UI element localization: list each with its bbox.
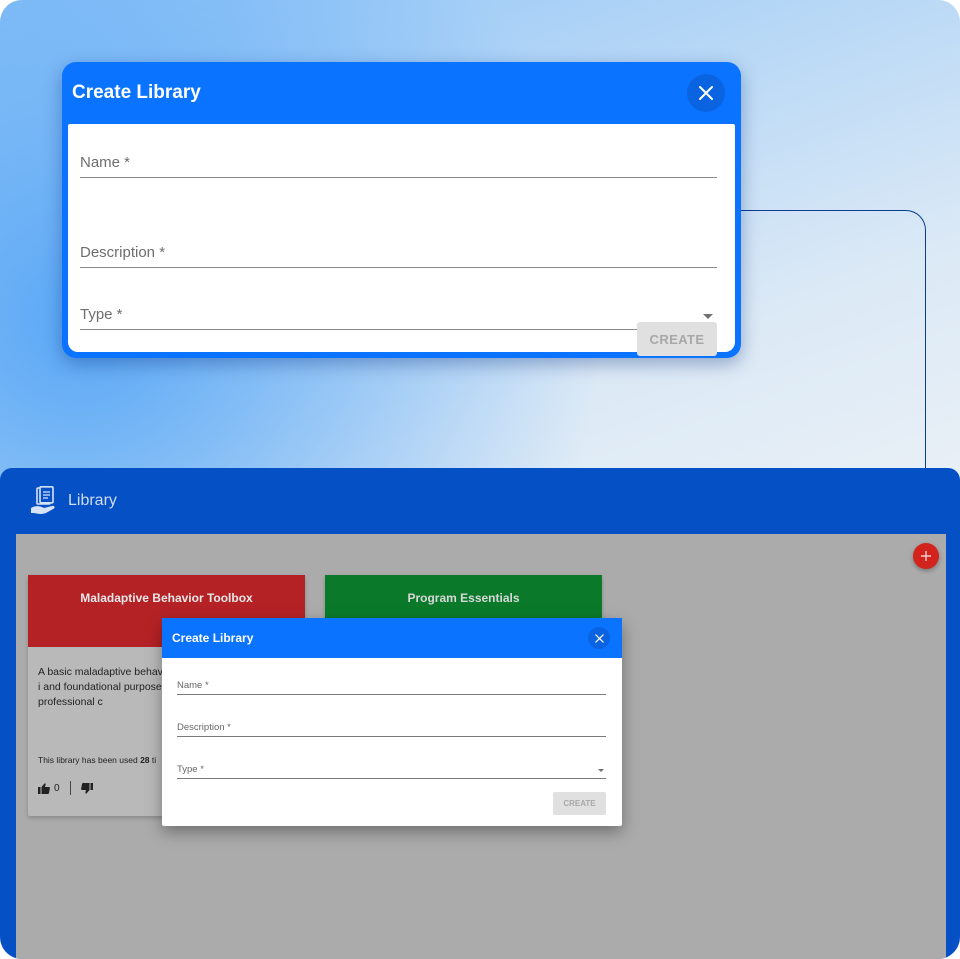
chevron-down-icon xyxy=(703,314,713,319)
app-bar: Library xyxy=(0,468,960,534)
plus-icon xyxy=(921,551,931,561)
close-button[interactable] xyxy=(588,627,610,649)
thumbs-down-icon[interactable] xyxy=(80,782,93,794)
like-count: 0 xyxy=(54,782,60,794)
name-field[interactable]: Name * xyxy=(177,676,606,695)
close-button[interactable] xyxy=(687,74,725,112)
type-label: Type * xyxy=(177,764,204,775)
close-icon xyxy=(699,86,713,100)
dialog-title: Create Library xyxy=(172,631,254,645)
dialog-title: Create Library xyxy=(72,82,201,103)
name-field[interactable]: Name * xyxy=(80,152,717,178)
dialog-body: Name * Description * Type * CREATE xyxy=(68,124,735,356)
create-library-dialog-zoomed: Create Library Name * Description * Type… xyxy=(62,62,741,358)
add-library-button[interactable] xyxy=(913,543,939,569)
description-field[interactable]: Description * xyxy=(177,718,606,737)
close-icon xyxy=(594,633,604,643)
canvas: Create Library Name * Description * Type… xyxy=(0,0,960,959)
create-button[interactable]: CREATE xyxy=(553,792,606,815)
create-button[interactable]: CREATE xyxy=(637,322,717,356)
vote-divider xyxy=(69,781,71,795)
dialog-body: Name * Description * Type * CREATE xyxy=(162,658,622,826)
description-label: Description * xyxy=(177,722,231,733)
usage-prefix: This library has been used xyxy=(38,755,138,765)
dialog-header: Create Library xyxy=(68,62,735,124)
chevron-down-icon xyxy=(598,769,604,772)
dialog-header: Create Library xyxy=(162,618,622,658)
type-label: Type * xyxy=(80,306,123,323)
type-select[interactable]: Type * xyxy=(80,276,717,330)
description-label: Description * xyxy=(80,244,166,261)
usage-count: 28 xyxy=(140,755,150,765)
usage-suffix: ti xyxy=(151,755,157,765)
create-library-dialog: Create Library Name * Description * Type… xyxy=(162,618,622,826)
name-label: Name * xyxy=(177,680,209,691)
app-title: Library xyxy=(68,492,117,509)
thumbs-up-icon[interactable] xyxy=(38,782,50,794)
description-field[interactable]: Description * xyxy=(80,214,717,268)
name-label: Name * xyxy=(80,154,131,171)
type-select[interactable]: Type * xyxy=(177,760,606,779)
library-icon xyxy=(31,486,55,514)
